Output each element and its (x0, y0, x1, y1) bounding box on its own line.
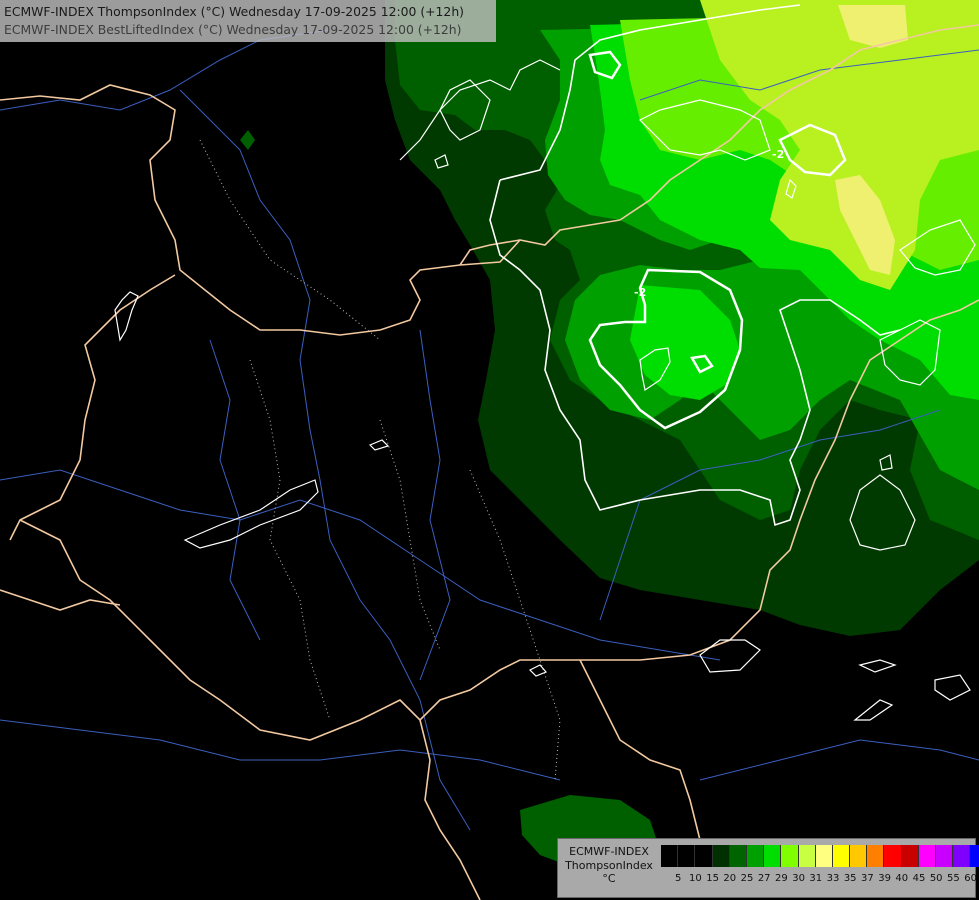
legend-tick-label: 37 (861, 873, 874, 884)
legend-index-name: ThompsonIndex (565, 858, 653, 872)
legend-tick-label: 25 (740, 873, 754, 884)
legend-tick-label: 10 (689, 873, 702, 884)
legend-swatch (798, 845, 816, 867)
map-title-secondary: ECMWF-INDEX BestLiftedIndex (°C) Wednesd… (4, 22, 462, 37)
legend-tick-label: 29 (775, 873, 788, 884)
legend-tick-label: 50 (929, 873, 943, 884)
legend-swatch (764, 845, 782, 867)
legend-swatch (695, 845, 713, 867)
legend-tick-label: 55 (947, 873, 960, 884)
color-legend: ECMWF-INDEX ThompsonIndex °C 5 10 15 20 25 27… (557, 838, 979, 898)
legend-swatch (746, 845, 765, 867)
legend-tick-label: 60 (964, 873, 977, 884)
legend-swatch (661, 845, 679, 867)
legend-tick-label: 45 (912, 873, 926, 884)
legend-tick-label: 15 (706, 873, 719, 884)
contour-label: -2 (634, 286, 646, 299)
legend-tick-label: 31 (809, 873, 823, 884)
legend-tick-label: 30 (792, 873, 805, 884)
legend-swatch (953, 845, 971, 867)
legend-tick-label: 40 (895, 873, 909, 884)
legend-tick-label: 20 (723, 873, 737, 884)
legend-swatch (901, 845, 919, 867)
legend-swatch (867, 845, 885, 867)
legend-swatch (832, 845, 851, 867)
map-canvas: -2 -2 (0, 0, 979, 900)
legend-tick-label: 27 (757, 873, 771, 884)
legend-tick-label: 35 (843, 873, 857, 884)
legend-tick-label: 33 (826, 873, 840, 884)
legend-swatch (781, 845, 799, 867)
legend-swatch (918, 845, 936, 867)
legend-swatch (850, 845, 868, 867)
legend-model-name: ECMWF-INDEX (569, 845, 649, 858)
legend-swatch (884, 845, 902, 867)
legend-swatch (729, 845, 747, 867)
legend-swatches (661, 845, 979, 867)
weather-map-view: -2 -2 ECMWF-INDEX ThompsonIndex (°C) Wed… (0, 0, 979, 900)
map-title-primary: ECMWF-INDEX ThompsonIndex (°C) Wednesday… (4, 4, 465, 19)
legend-tick-label: 5 (675, 873, 682, 884)
legend-unit: °C (602, 872, 616, 885)
legend-title: ECMWF-INDEX ThompsonIndex °C (562, 845, 656, 886)
legend-tick-label: 39 (878, 873, 891, 884)
contour-label: -2 (772, 148, 784, 161)
legend-swatch (815, 845, 833, 867)
legend-swatch (936, 845, 954, 867)
legend-swatch (712, 845, 730, 867)
map-title-box: ECMWF-INDEX ThompsonIndex (°C) Wednesday… (0, 0, 496, 42)
legend-swatch (678, 845, 696, 867)
legend-swatch (970, 845, 979, 867)
